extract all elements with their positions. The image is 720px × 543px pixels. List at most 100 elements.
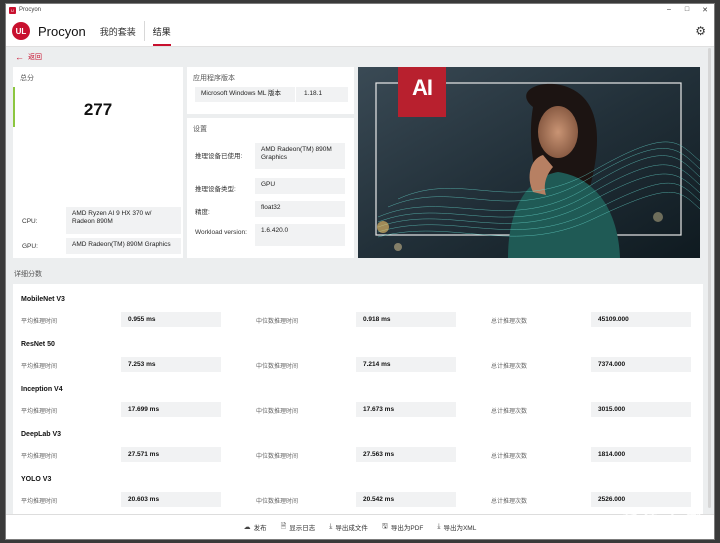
ai-logo-text: AI [412,75,433,100]
app-window: U Procyon – □ ✕ UL Procyon 我的套装 结果 ⚙ ← 返… [5,3,715,540]
avg-time-value: 17.699 ms [121,402,221,417]
total-count-label: 总计推理次数 [491,499,528,505]
export-xml-label: 导出为XML [443,525,477,532]
benchmark-row: DeepLab V3 平均推理时间 27.571 ms 中位数推理时间 27.563 m… [13,427,703,467]
details-panel: MobileNet V3 平均推理时间 0.955 ms 中位数推理时间 0.918 m… [13,284,703,516]
benchmark-name: MobileNet V3 [21,296,65,303]
window-title: Procyon [19,7,42,13]
total-count-value: 3015.000 [591,402,691,417]
show-log-label: 显示日志 [289,525,316,532]
settings-value-precision: float32 [255,201,345,217]
brand-name: Procyon [38,23,86,39]
median-time-label: 中位数推理时间 [256,499,299,505]
settings-label-workload: Workload version: [195,229,247,236]
benchmark-name: Inception V4 [21,386,63,393]
median-time-label: 中位数推理时间 [256,409,299,415]
app-version: 1.18.1 [296,87,348,102]
total-count-value: 2526.000 [591,492,691,507]
minimize-button[interactable]: – [660,6,678,14]
total-count-value: 45109.000 [591,312,691,327]
total-count-label: 总计推理次数 [491,409,528,415]
details-title: 详细分数 [14,271,42,278]
settings-value-workload: 1.6.420.0 [255,224,345,246]
document-icon: 🗎 [280,522,287,530]
nav-bar: UL Procyon 我的套装 结果 ⚙ [6,16,714,47]
back-arrow-icon: ← [15,52,24,62]
app-name: Microsoft Windows ML 版本 [195,87,295,102]
tab-results[interactable]: 结果 [152,16,171,46]
avg-time-label: 平均推理时间 [21,409,58,415]
benchmark-name: YOLO V3 [21,476,52,483]
cpu-value: AMD Ryzen AI 9 HX 370 w/ Radeon 890M [66,207,181,234]
median-time-value: 20.542 ms [356,492,456,507]
settings-label-precision: 精度: [195,209,210,216]
benchmark-row: YOLO V3 平均推理时间 20.603 ms 中位数推理时间 20.542 ms 总计… [13,472,703,512]
median-time-value: 17.673 ms [356,402,456,417]
app-icon: U [9,6,16,14]
avg-time-value: 7.253 ms [121,357,221,372]
median-time-value: 0.918 ms [356,312,456,327]
cpu-label: CPU: [22,218,38,225]
settings-title: 设置 [193,126,207,133]
avg-time-value: 27.571 ms [121,447,221,462]
nav-divider [143,21,145,41]
benchmark-row: ResNet 50 平均推理时间 7.253 ms 中位数推理时间 7.214 ms 总计… [13,337,703,377]
median-time-value: 7.214 ms [356,357,456,372]
back-link[interactable]: ← 返回 [6,47,714,67]
median-time-value: 27.563 ms [356,447,456,462]
show-log-button[interactable]: 🗎 显示日志 [281,522,316,533]
median-time-label: 中位数推理时间 [256,454,299,460]
tab-my-suites[interactable]: 我的套装 [100,16,136,46]
close-button[interactable]: ✕ [696,6,714,14]
export-file-label: 导出成文件 [335,525,368,532]
scrollbar[interactable] [708,48,711,508]
total-count-value: 7374.000 [591,357,691,372]
total-count-label: 总计推理次数 [491,454,528,460]
back-label: 返回 [28,54,42,61]
settings-label-device: 推理设备已使用: [195,153,243,160]
total-count-value: 1814.000 [591,447,691,462]
settings-value-device: AMD Radeon(TM) 890M Graphics [255,143,345,169]
total-count-label: 总计推理次数 [491,364,528,370]
avg-time-value: 20.603 ms [121,492,221,507]
benchmark-name: ResNet 50 [21,341,55,348]
avg-time-label: 平均推理时间 [21,499,58,505]
benchmark-row: Inception V4 平均推理时间 17.699 ms 中位数推理时间 17.673… [13,382,703,422]
total-count-label: 总计推理次数 [491,319,528,325]
ul-logo: UL [12,22,30,40]
download-icon: ⤓ [329,523,333,530]
gpu-value: AMD Radeon(TM) 890M Graphics [66,238,181,254]
export-file-button[interactable]: ⤓ 导出成文件 [329,522,368,532]
gpu-label: GPU: [22,243,38,250]
title-bar: U Procyon – □ ✕ [6,4,714,16]
publish-button[interactable]: ☁ 发布 [244,522,267,532]
median-time-label: 中位数推理时间 [256,364,299,370]
watermark: 新 浪 众 测 [622,513,702,530]
score-title: 总分 [20,75,34,82]
score-panel: 总分 277 CPU: AMD Ryzen AI 9 HX 370 w/ Rad… [13,67,183,258]
benchmark-name: DeepLab V3 [21,431,62,438]
settings-value-device-type: GPU [255,178,345,194]
export-xml-button[interactable]: ⤓ 导出为XML [437,522,476,532]
footer-bar: ☁ 发布 🗎 显示日志 ⤓ 导出成文件 🖫 导出为PDF ⤓ 导出为XML [6,514,714,539]
publish-label: 发布 [253,525,267,532]
app-version-title: 应用程序版本 [193,75,235,82]
save-icon: 🖫 [381,522,388,530]
avg-time-label: 平均推理时间 [21,364,58,370]
avg-time-label: 平均推理时间 [21,319,58,325]
export-pdf-label: 导出为PDF [390,525,424,532]
median-time-label: 中位数推理时间 [256,319,299,325]
export-pdf-button[interactable]: 🖫 导出为PDF [382,522,423,533]
download-icon: ⤓ [437,523,441,530]
hero-image: AI [358,67,700,258]
avg-time-value: 0.955 ms [121,312,221,327]
maximize-button[interactable]: □ [678,6,696,14]
gear-icon[interactable]: ⚙ [695,24,706,38]
cloud-upload-icon: ☁ [243,524,251,531]
settings-label-device-type: 推理设备类型: [195,186,236,193]
settings-panel: 设置 推理设备已使用: AMD Radeon(TM) 890M Graphics… [187,118,354,258]
benchmark-row: MobileNet V3 平均推理时间 0.955 ms 中位数推理时间 0.918 m… [13,292,703,332]
app-version-panel: 应用程序版本 Microsoft Windows ML 版本 1.18.1 [187,67,354,114]
avg-time-label: 平均推理时间 [21,454,58,460]
total-score: 277 [83,100,113,119]
